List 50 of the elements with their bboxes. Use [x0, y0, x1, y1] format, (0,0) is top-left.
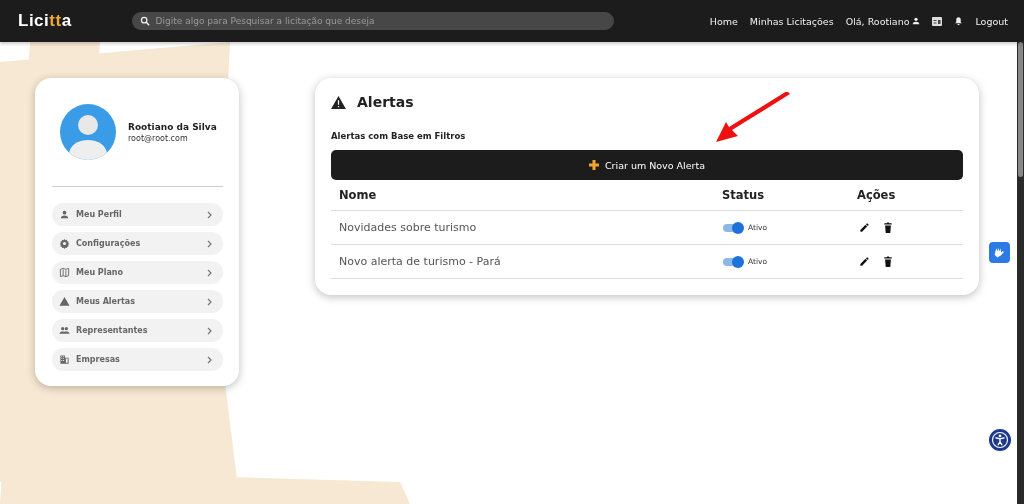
logo[interactable]: Licitta [18, 11, 72, 31]
plus-icon [589, 160, 599, 170]
alert-name: Novidades sobre turismo [339, 221, 478, 234]
menu-item[interactable]: Empresas [52, 348, 223, 371]
bell-icon[interactable] [954, 16, 964, 26]
warning-icon [59, 296, 70, 307]
chevron-right-icon [207, 355, 213, 364]
settings-icon [59, 238, 70, 249]
card-title: Alertas [357, 94, 414, 110]
nav-link[interactable]: Minhas Licitações [749, 15, 834, 27]
chevron-right-icon [207, 268, 213, 277]
trash-icon[interactable] [883, 222, 893, 233]
trash-icon[interactable] [883, 256, 893, 267]
warning-icon [331, 95, 346, 109]
edit-icon[interactable] [859, 256, 870, 267]
status-toggle[interactable] [722, 255, 744, 268]
person-icon [59, 209, 70, 220]
alert-name: Novo alerta de turismo - Pará [339, 255, 502, 268]
status-toggle[interactable] [722, 221, 744, 234]
edit-icon[interactable] [859, 222, 870, 233]
menu-item[interactable]: Representantes [52, 319, 223, 342]
map-icon [59, 267, 70, 278]
create-alert-button[interactable]: Criar um Novo Alerta [331, 150, 963, 180]
menu-item[interactable]: Meus Alertas [52, 290, 223, 313]
chevron-right-icon [207, 297, 213, 306]
column-header: Status [722, 188, 766, 202]
nav-link[interactable]: Logout [975, 15, 1008, 27]
search-field[interactable]: Digite algo para Pesquisar a licitação que deseja [131, 12, 614, 30]
column-header: Nome [339, 188, 378, 202]
avatar [60, 104, 116, 160]
column-header: Ações [857, 188, 897, 202]
user-name: Rootiano da Silva [128, 121, 217, 132]
menu-item[interactable]: Meu Plano [52, 261, 223, 284]
user-menu[interactable]: Olá, Rootiano [845, 15, 921, 27]
chevron-right-icon [207, 239, 213, 248]
person-icon [912, 17, 921, 25]
hand-icon [993, 246, 1006, 259]
section-subtitle: Alertas com Base em Filtros [331, 131, 467, 141]
building-icon [59, 354, 70, 365]
sign-language-button[interactable] [989, 242, 1010, 263]
accessibility-button[interactable] [989, 429, 1011, 451]
menu-item[interactable]: Meu Perfil [52, 203, 223, 226]
chevron-right-icon [207, 210, 213, 219]
menu-item[interactable]: Configurações [52, 232, 223, 255]
nav-link[interactable]: Home [709, 15, 738, 27]
accessibility-icon [991, 431, 1009, 449]
search-icon [139, 16, 150, 26]
user-email: root@root.com [128, 133, 189, 143]
people-icon [59, 325, 70, 336]
chevron-right-icon [207, 326, 213, 335]
